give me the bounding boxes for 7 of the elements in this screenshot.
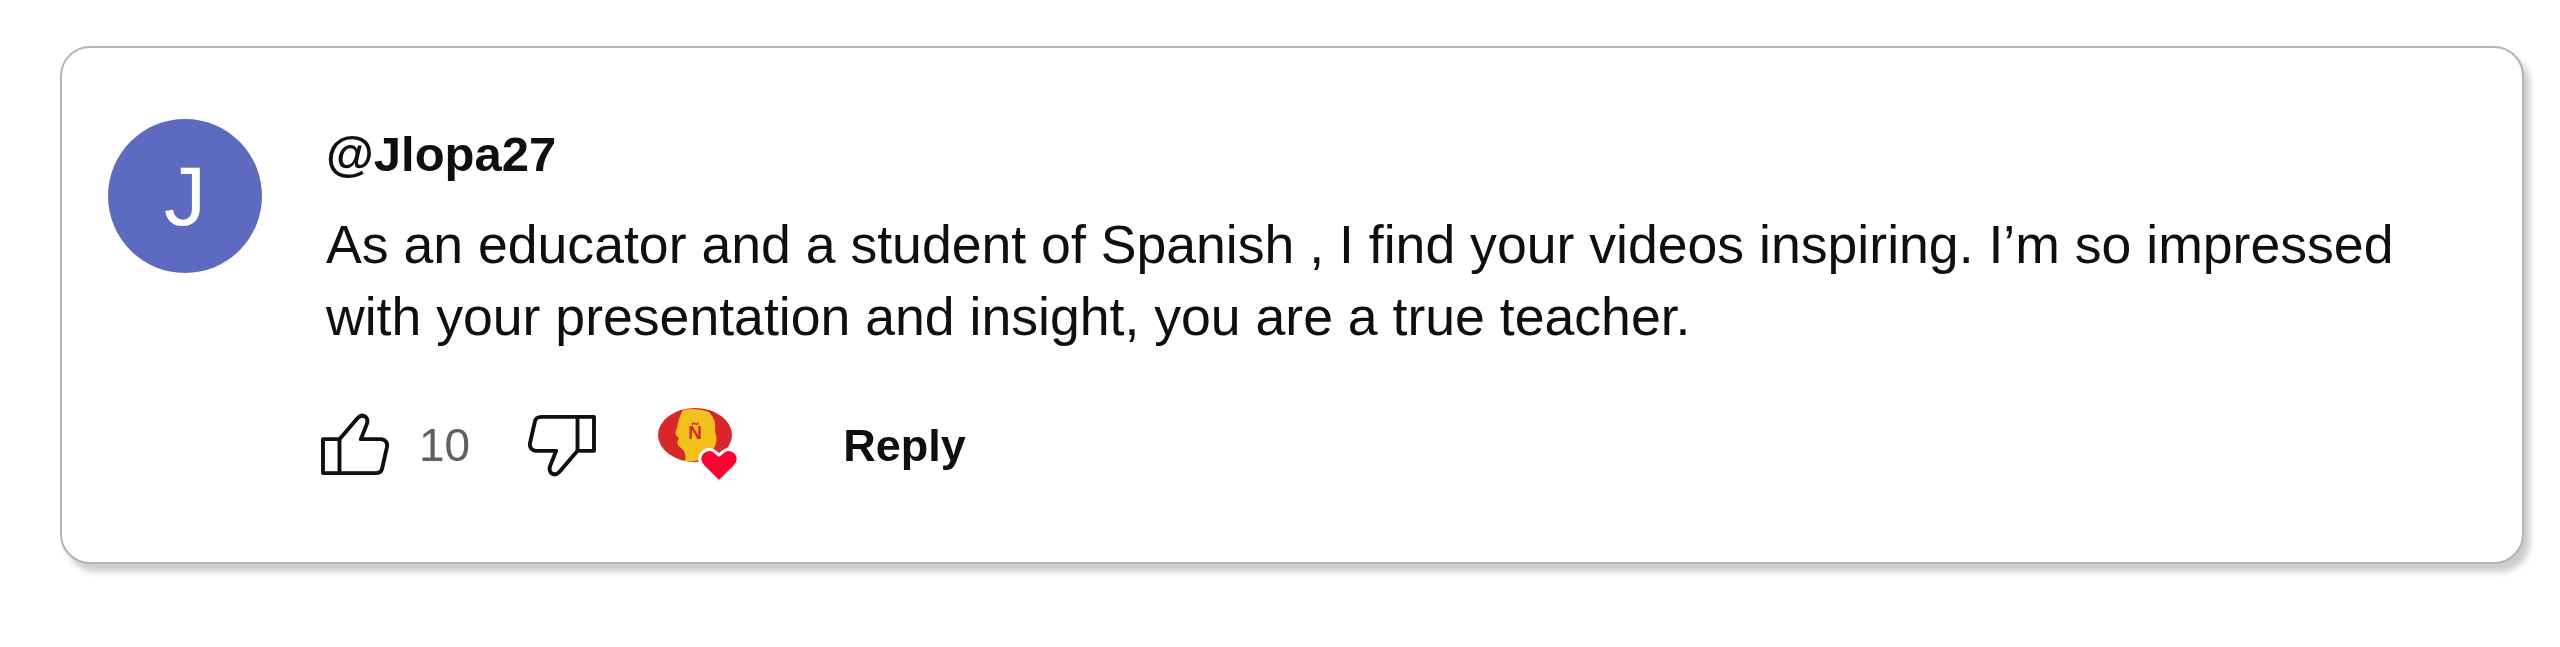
like-count: 10: [419, 422, 471, 468]
thumbs-up-icon[interactable]: [320, 413, 390, 477]
comment-author[interactable]: @Jlopa27: [326, 124, 557, 184]
comment-text: As an educator and a student of Spanish , I find your videos inspiring. I’m so impressed with your presentation and insight, you are a true teacher.: [326, 213, 2395, 348]
reply-button[interactable]: Reply: [843, 414, 966, 476]
user-avatar[interactable]: J: [108, 119, 262, 273]
thumbs-down-icon[interactable]: [527, 413, 598, 477]
